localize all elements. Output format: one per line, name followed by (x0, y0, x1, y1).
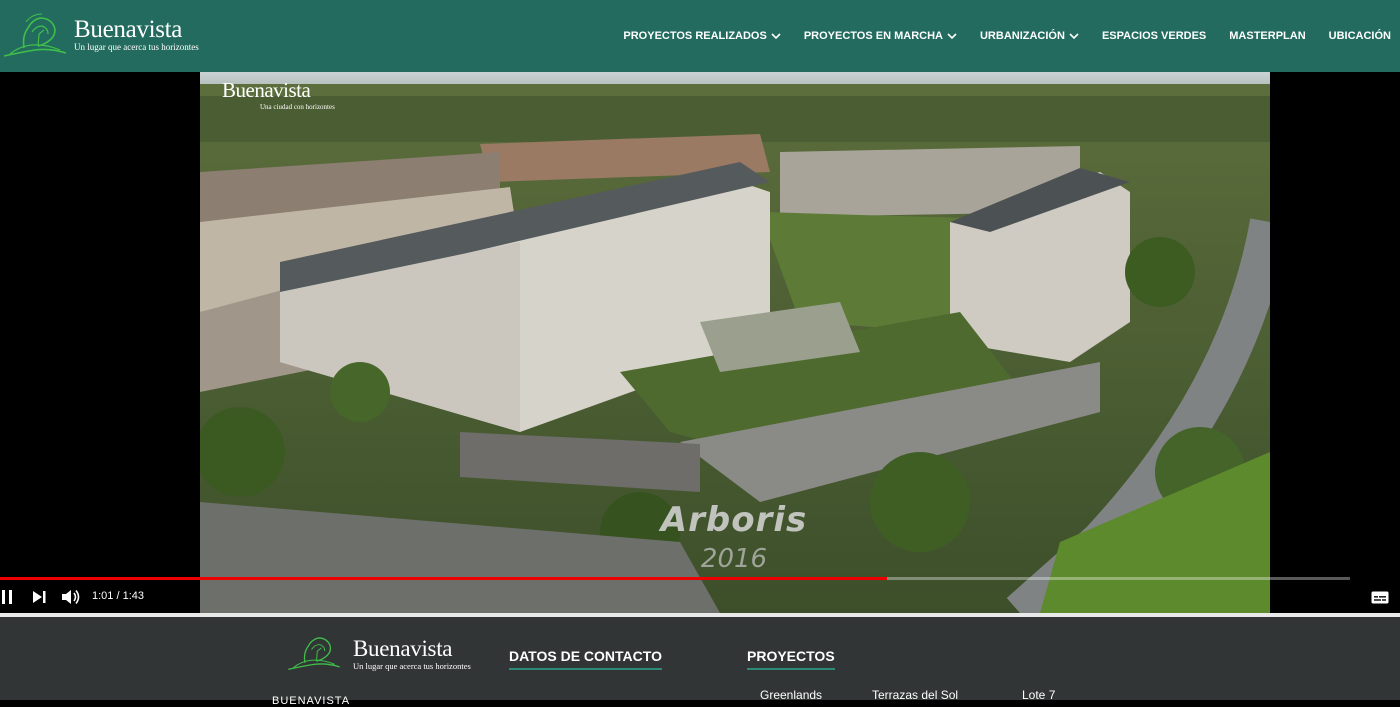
video-frame[interactable]: Buenavista Una ciudad con horizontes Arb… (200, 72, 1270, 613)
subtitles-button[interactable] (1370, 584, 1390, 610)
watermark-name: Buenavista (222, 78, 311, 102)
nav-urbanizacion[interactable]: URBANIZACIÓN (980, 30, 1079, 42)
pause-button[interactable] (0, 584, 14, 610)
video-caption: Arboris 2016 (650, 500, 818, 574)
nav-masterplan[interactable]: MASTERPLAN (1229, 30, 1305, 42)
watermark-tagline: Una ciudad con horizontes (260, 103, 335, 111)
next-icon (33, 591, 46, 603)
pause-icon (2, 590, 12, 604)
footer-heading-projects: PROYECTOS (747, 648, 835, 670)
nav-label: PROYECTOS REALIZADOS (623, 30, 767, 42)
main-nav: PROYECTOS REALIZADOS PROYECTOS EN MARCHA… (600, 0, 1400, 72)
subtitles-icon (1371, 591, 1389, 603)
logo-tagline: Un lugar que acerca tus horizontes (74, 42, 199, 52)
nav-label: ESPACIOS VERDES (1101, 30, 1207, 42)
footer-logo-name: Buenavista (353, 636, 453, 661)
video-time-display: 1:01 / 1:43 (92, 590, 144, 602)
chevron-down-icon (947, 33, 957, 39)
video-player[interactable]: Buenavista Una ciudad con horizontes Arb… (0, 72, 1400, 613)
caption-year: 2016 (700, 544, 768, 574)
logo-name: Buenavista (74, 16, 183, 43)
nav-label: PROYECTOS EN MARCHA (803, 30, 943, 42)
nav-label: UBICACIÓN (1328, 30, 1391, 42)
nav-label: MASTERPLAN (1229, 30, 1306, 42)
chevron-down-icon (1069, 33, 1079, 39)
brand-logo[interactable]: Buenavista Un lugar que acerca tus horiz… (2, 10, 202, 60)
footer-section-title: BUENAVISTA (272, 695, 351, 707)
footer-logo-tagline: Un lugar que acerca tus horizontes (353, 661, 471, 671)
next-button[interactable] (30, 584, 48, 610)
chevron-down-icon (771, 33, 781, 39)
site-header: Buenavista Un lugar que acerca tus horiz… (0, 0, 1400, 72)
footer-brand-logo[interactable]: Buenavista Un lugar que acerca tus horiz… (280, 633, 480, 673)
nav-proyectos-realizados[interactable]: PROYECTOS REALIZADOS (623, 30, 781, 42)
video-progress-fill (0, 577, 887, 580)
video-progress-bar[interactable] (0, 577, 1350, 580)
nav-ubicacion[interactable]: UBICACIÓN (1329, 30, 1391, 42)
nav-proyectos-en-marcha[interactable]: PROYECTOS EN MARCHA (804, 30, 957, 42)
footer-heading-contact: DATOS DE CONTACTO (509, 648, 662, 670)
video-watermark-logo: Buenavista Una ciudad con horizontes (222, 78, 335, 111)
site-footer: Buenavista Un lugar que acerca tus horiz… (0, 617, 1400, 707)
volume-icon (62, 590, 80, 604)
logo-tree-icon (288, 637, 340, 670)
nav-label: URBANIZACIÓN (979, 30, 1065, 42)
video-controls: 1:01 / 1:43 (0, 584, 1400, 610)
nav-espacios-verdes[interactable]: ESPACIOS VERDES (1102, 30, 1206, 42)
volume-button[interactable] (60, 584, 82, 610)
caption-title: Arboris (660, 500, 808, 540)
logo-tree-icon (3, 13, 67, 57)
